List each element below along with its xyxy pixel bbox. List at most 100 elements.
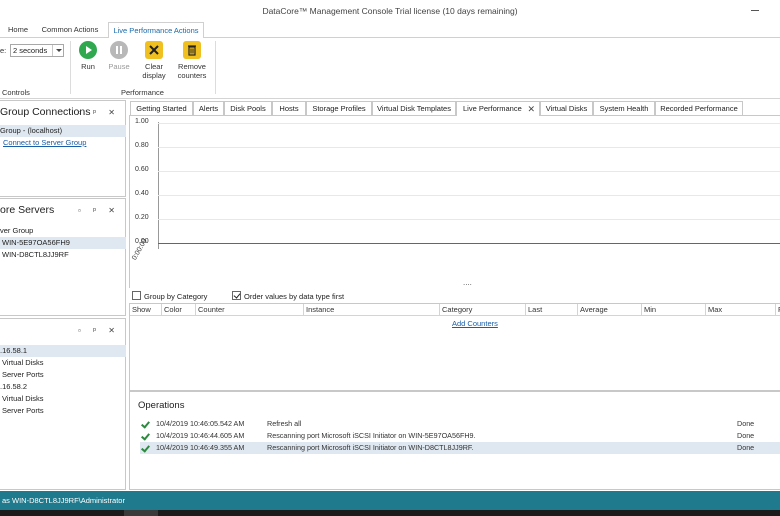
tab-recorded-performance[interactable]: Recorded Performance (655, 101, 743, 116)
column-header[interactable]: F (776, 304, 780, 316)
list-item[interactable]: Group - (localhost) (0, 125, 126, 137)
column-header[interactable]: Category (440, 304, 526, 316)
panel-controls[interactable]: ▫ ᵖ ✕ (78, 326, 120, 335)
chart-overflow-indicator[interactable]: .... (463, 278, 472, 287)
group-by-category-checkbox[interactable] (132, 291, 141, 300)
ribbon-tab-home[interactable]: Home (4, 22, 32, 38)
list-item[interactable]: Virtual Disks (0, 393, 126, 405)
tab-virtual-disks[interactable]: Virtual Disks (540, 101, 593, 116)
run-label: Run (81, 62, 95, 71)
live-performance-chart: 1.00 0.80 0.60 0.40 0.20 0.00 0:00:00 .... (129, 116, 780, 288)
operation-time: 10/4/2019 10:46:05.542 AM (156, 419, 245, 428)
taskbar-item[interactable] (124, 510, 158, 516)
order-values-checkbox[interactable] (232, 291, 241, 300)
minimize-button[interactable] (748, 3, 762, 17)
column-header[interactable]: Instance (304, 304, 440, 316)
operation-status: Done (737, 419, 755, 428)
column-header[interactable]: Min (642, 304, 706, 316)
list-item[interactable]: Server Ports (0, 369, 126, 381)
ports-panel: ▫ ᵖ ✕ .16.58.1 Virtual Disks Server Port… (0, 318, 126, 490)
performance-group-label: Performance (121, 88, 164, 97)
list-item[interactable]: .16.58.2 (0, 381, 126, 393)
column-header[interactable]: Average (578, 304, 642, 316)
list-item[interactable]: Server Ports (0, 405, 126, 417)
panel-title: Group Connections (0, 106, 91, 118)
servers-panel: ore Servers ▫ ᵖ ✕ ver Group WIN-5E97OA56… (0, 198, 126, 316)
clear-label-1: Clear (145, 62, 163, 71)
x-axis-baseline (158, 243, 780, 244)
tab-alerts[interactable]: Alerts (193, 101, 224, 116)
tab-virtual-disk-templates[interactable]: Virtual Disk Templates (372, 101, 456, 116)
column-header[interactable]: Last (526, 304, 578, 316)
pause-button[interactable]: Pause (106, 41, 132, 71)
chevron-down-icon (52, 45, 63, 56)
controls-group-label: Controls (2, 88, 30, 97)
clear-label-2: display (142, 71, 166, 80)
tab-getting-started[interactable]: Getting Started (130, 101, 193, 116)
panel-controls[interactable]: ▫ ᵖ ✕ (78, 206, 120, 215)
ribbon-tabs: Home Common Actions Live Performance Act… (0, 22, 780, 39)
column-header[interactable]: Show (130, 304, 162, 316)
interval-label: e: (0, 46, 7, 55)
trash-icon (183, 41, 201, 59)
operations-panel: Operations 10/4/2019 10:46:05.542 AM Ref… (129, 391, 780, 490)
pause-label: Pause (108, 62, 130, 71)
tab-hosts[interactable]: Hosts (272, 101, 306, 116)
pause-icon (110, 41, 128, 59)
checkmark-icon (141, 431, 150, 441)
close-icon[interactable]: ✕ (527, 102, 535, 116)
list-item[interactable]: ver Group (0, 225, 126, 237)
window-title: DataCore™ Management Console Trial licen… (262, 6, 518, 16)
interval-select[interactable]: 2 seconds (10, 44, 64, 57)
y-tick-label: 1.00 (135, 118, 149, 125)
table-row[interactable]: 10/4/2019 10:46:05.542 AM Refresh all Do… (140, 418, 780, 430)
list-item[interactable]: Virtual Disks (0, 357, 126, 369)
run-button[interactable]: Run (76, 41, 100, 71)
tab-storage-profiles[interactable]: Storage Profiles (306, 101, 372, 116)
remove-label-2: counters (177, 71, 207, 80)
operation-time: 10/4/2019 10:46:44.605 AM (156, 431, 245, 440)
column-header[interactable]: Max (706, 304, 776, 316)
options-row: Group by Category Order values by data t… (129, 289, 780, 303)
gridline (158, 195, 780, 196)
y-tick-label: 0.40 (135, 190, 149, 197)
taskbar (0, 510, 780, 516)
operation-message: Refresh all (267, 419, 302, 428)
operation-status: Done (737, 443, 755, 452)
ribbon-tab-live-performance-actions[interactable]: Live Performance Actions (108, 22, 204, 39)
add-counters-link[interactable]: Add Counters (452, 319, 498, 328)
list-item[interactable]: .16.58.1 (0, 345, 126, 357)
tab-disk-pools[interactable]: Disk Pools (224, 101, 272, 116)
order-values-label: Order values by data type first (244, 292, 345, 301)
ribbon-tab-common-actions[interactable]: Common Actions (38, 22, 102, 38)
link-text[interactable]: Connect to Server Group (3, 138, 86, 147)
x-tick-label: 0:00:00 (131, 237, 149, 262)
ribbon: e: 2 seconds Controls Run Pause Clear di… (0, 38, 780, 99)
group-connections-panel: Group Connections ▫ ᵖ ✕ Group - (localho… (0, 100, 126, 197)
status-text: as WIN-D8CTL8JJ9RF\Administrator (2, 496, 125, 505)
remove-label-1: Remove (178, 62, 206, 71)
table-row[interactable]: 10/4/2019 10:46:49.355 AM Rescanning por… (140, 442, 780, 454)
table-header: Show Color Counter Instance Category Las… (130, 304, 780, 316)
panel-controls[interactable]: ▫ ᵖ ✕ (78, 108, 120, 117)
tab-system-health[interactable]: System Health (593, 101, 655, 116)
operation-time: 10/4/2019 10:46:49.355 AM (156, 443, 245, 452)
clear-display-button[interactable]: Clear display (140, 41, 168, 80)
group-by-category-label: Group by Category (144, 292, 208, 301)
y-axis (158, 122, 159, 249)
gridline (158, 123, 780, 124)
tab-live-performance[interactable]: Live Performance ✕ (456, 101, 540, 117)
table-row[interactable]: 10/4/2019 10:46:44.605 AM Rescanning por… (140, 430, 780, 442)
panel-title: ore Servers (0, 204, 55, 216)
column-header[interactable]: Counter (196, 304, 304, 316)
list-item[interactable]: WIN-5E97OA56FH9 (0, 237, 126, 249)
remove-counters-button[interactable]: Remove counters (174, 41, 210, 80)
ribbon-separator (215, 41, 216, 94)
operation-status: Done (737, 431, 755, 440)
main-tabs: Getting Started Alerts Disk Pools Hosts … (129, 99, 780, 117)
list-item[interactable]: WIN-D8CTL8JJ9RF (0, 249, 126, 261)
gridline (158, 147, 780, 148)
column-header[interactable]: Color (162, 304, 196, 316)
clear-icon (145, 41, 163, 59)
connect-server-group-link[interactable]: Connect to Server Group (0, 137, 126, 149)
